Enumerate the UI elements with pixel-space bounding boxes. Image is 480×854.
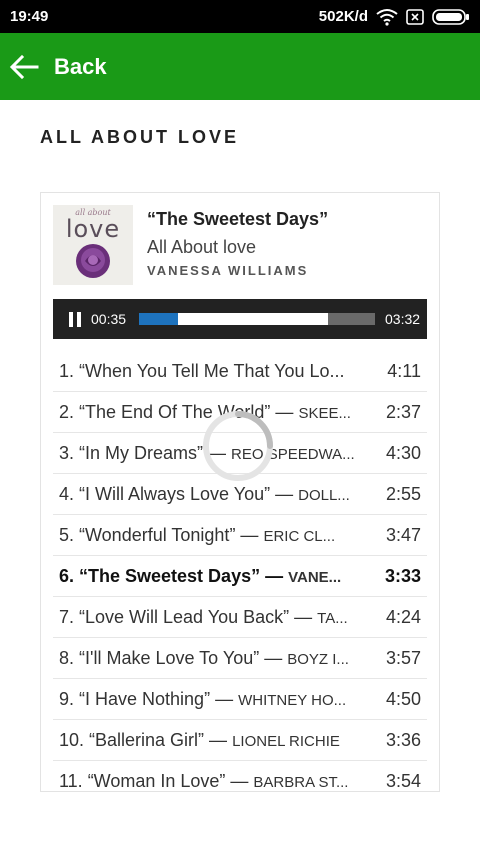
- playlist-item-duration: 3:47: [385, 524, 421, 545]
- playlist-item-title: 6. “The Sweetest Days” — VANE...: [53, 566, 367, 587]
- playlist-item-track: 4. “I Will Always Love You” —: [59, 483, 299, 504]
- playlist-item-artist: SKEE...: [298, 404, 351, 422]
- playlist-item-duration: 3:54: [385, 770, 421, 791]
- status-bar: 19:49 502K/d: [0, 0, 480, 33]
- playlist-item-duration: 4:50: [385, 688, 421, 709]
- pause-icon-bar: [77, 311, 81, 327]
- playlist-item-duration: 3:36: [385, 729, 421, 750]
- playlist-item-duration: 4:30: [385, 442, 421, 463]
- rose-icon: [76, 244, 110, 278]
- pause-button[interactable]: [63, 307, 87, 331]
- playlist-item-title: 7. “Love Will Lead You Back” — TA...: [53, 607, 367, 628]
- playlist-item-track: 11. “Woman In Love” —: [59, 770, 254, 791]
- playlist-item-title: 1. “When You Tell Me That You Lo...: [53, 361, 367, 382]
- playlist-item-title: 8. “I'll Make Love To You” — BOYZ I...: [53, 648, 367, 669]
- playlist-item-title: 11. “Woman In Love” — BARBRA ST...: [53, 771, 367, 792]
- playlist-item[interactable]: 6. “The Sweetest Days” — VANE... 3:33: [53, 556, 427, 597]
- playlist-item-track: 6. “The Sweetest Days” —: [59, 565, 289, 586]
- current-time: 00:35: [91, 311, 127, 327]
- playlist-item-track: 9. “I Have Nothing” —: [59, 688, 239, 709]
- playlist-item[interactable]: 8. “I'll Make Love To You” — BOYZ I... 3:…: [53, 638, 427, 679]
- status-time: 19:49: [10, 8, 49, 25]
- playlist-item-duration: 2:55: [385, 483, 421, 504]
- playlist-item-artist: BARBRA ST...: [253, 773, 349, 791]
- now-playing-title: “The Sweetest Days”: [147, 209, 329, 229]
- wifi-icon: [376, 8, 398, 26]
- playlist-item[interactable]: 10. “Ballerina Girl” — LIONEL RICHIE 3:36: [53, 720, 427, 761]
- playlist-item[interactable]: 7. “Love Will Lead You Back” — TA... 4:24: [53, 597, 427, 638]
- loading-spinner-icon: [203, 411, 273, 481]
- playlist-item[interactable]: 5. “Wonderful Tonight” — ERIC CL... 3:47: [53, 515, 427, 556]
- playlist-item[interactable]: 1. “When You Tell Me That You Lo... 4:11: [53, 351, 427, 392]
- playlist-item-title: 4. “I Will Always Love You” — DOLL...: [53, 484, 367, 505]
- playlist-item-title: 9. “I Have Nothing” — WHITNEY HO...: [53, 689, 367, 710]
- network-speed: 502K/d: [318, 8, 368, 25]
- playlist-item-track: 5. “Wonderful Tonight” —: [59, 524, 264, 545]
- playlist-item-title: 10. “Ballerina Girl” — LIONEL RICHIE: [53, 730, 367, 751]
- playlist-item-artist: LIONEL RICHIE: [232, 732, 340, 750]
- album-cover: all about love: [53, 205, 133, 285]
- playlist-item-duration: 3:57: [385, 647, 421, 668]
- now-playing-album: All About love: [147, 237, 257, 257]
- total-duration: 03:32: [385, 311, 421, 327]
- playlist-item-track: 7. “Love Will Lead You Back” —: [59, 606, 318, 627]
- battery-icon: [432, 8, 470, 26]
- now-playing-artist: VANESSA WILLIAMS: [147, 263, 309, 278]
- pause-icon-bar: [69, 311, 73, 327]
- playlist-item-artist: DOLL...: [298, 486, 350, 504]
- playlist-item[interactable]: 11. “Woman In Love” — BARBRA ST... 3:54: [53, 761, 427, 792]
- playlist-item-artist: BOYZ I...: [287, 650, 349, 668]
- audio-playlist-card: all about love “The Sweetest Days” All A…: [40, 192, 440, 792]
- progress-slider[interactable]: [139, 313, 375, 325]
- audio-player-controls: 00:35 03:32: [53, 299, 427, 339]
- playlist-item-duration: 2:37: [385, 401, 421, 422]
- played-bar: [139, 313, 178, 325]
- playlist-item-track: 1. “When You Tell Me That You Lo...: [59, 360, 345, 381]
- back-button[interactable]: Back: [54, 54, 107, 80]
- playlist-item-artist: ERIC CL...: [263, 527, 336, 545]
- page-title: ALL ABOUT LOVE: [40, 127, 239, 147]
- playlist-item-duration: 4:11: [387, 360, 421, 381]
- playlist-item-artist: WHITNEY HO...: [238, 691, 347, 709]
- playlist-item-artist: VANE...: [288, 568, 342, 586]
- playlist-item-title: 5. “Wonderful Tonight” — ERIC CL...: [53, 525, 367, 546]
- status-icons: 502K/d: [319, 8, 470, 26]
- arrow-left-icon[interactable]: [8, 51, 40, 83]
- sim-icon: [406, 8, 424, 26]
- playlist-item-duration: 4:24: [385, 606, 421, 627]
- app-bar: Back: [0, 33, 480, 100]
- playlist-item-duration: 3:33: [384, 565, 421, 586]
- playlist-item-track: 10. “Ballerina Girl” —: [59, 729, 233, 750]
- playlist-item[interactable]: 9. “I Have Nothing” — WHITNEY HO... 4:50: [53, 679, 427, 720]
- playlist-item-track: 8. “I'll Make Love To You” —: [59, 647, 288, 668]
- cover-big-text: love: [65, 215, 121, 243]
- playlist-item-artist: TA...: [317, 609, 348, 627]
